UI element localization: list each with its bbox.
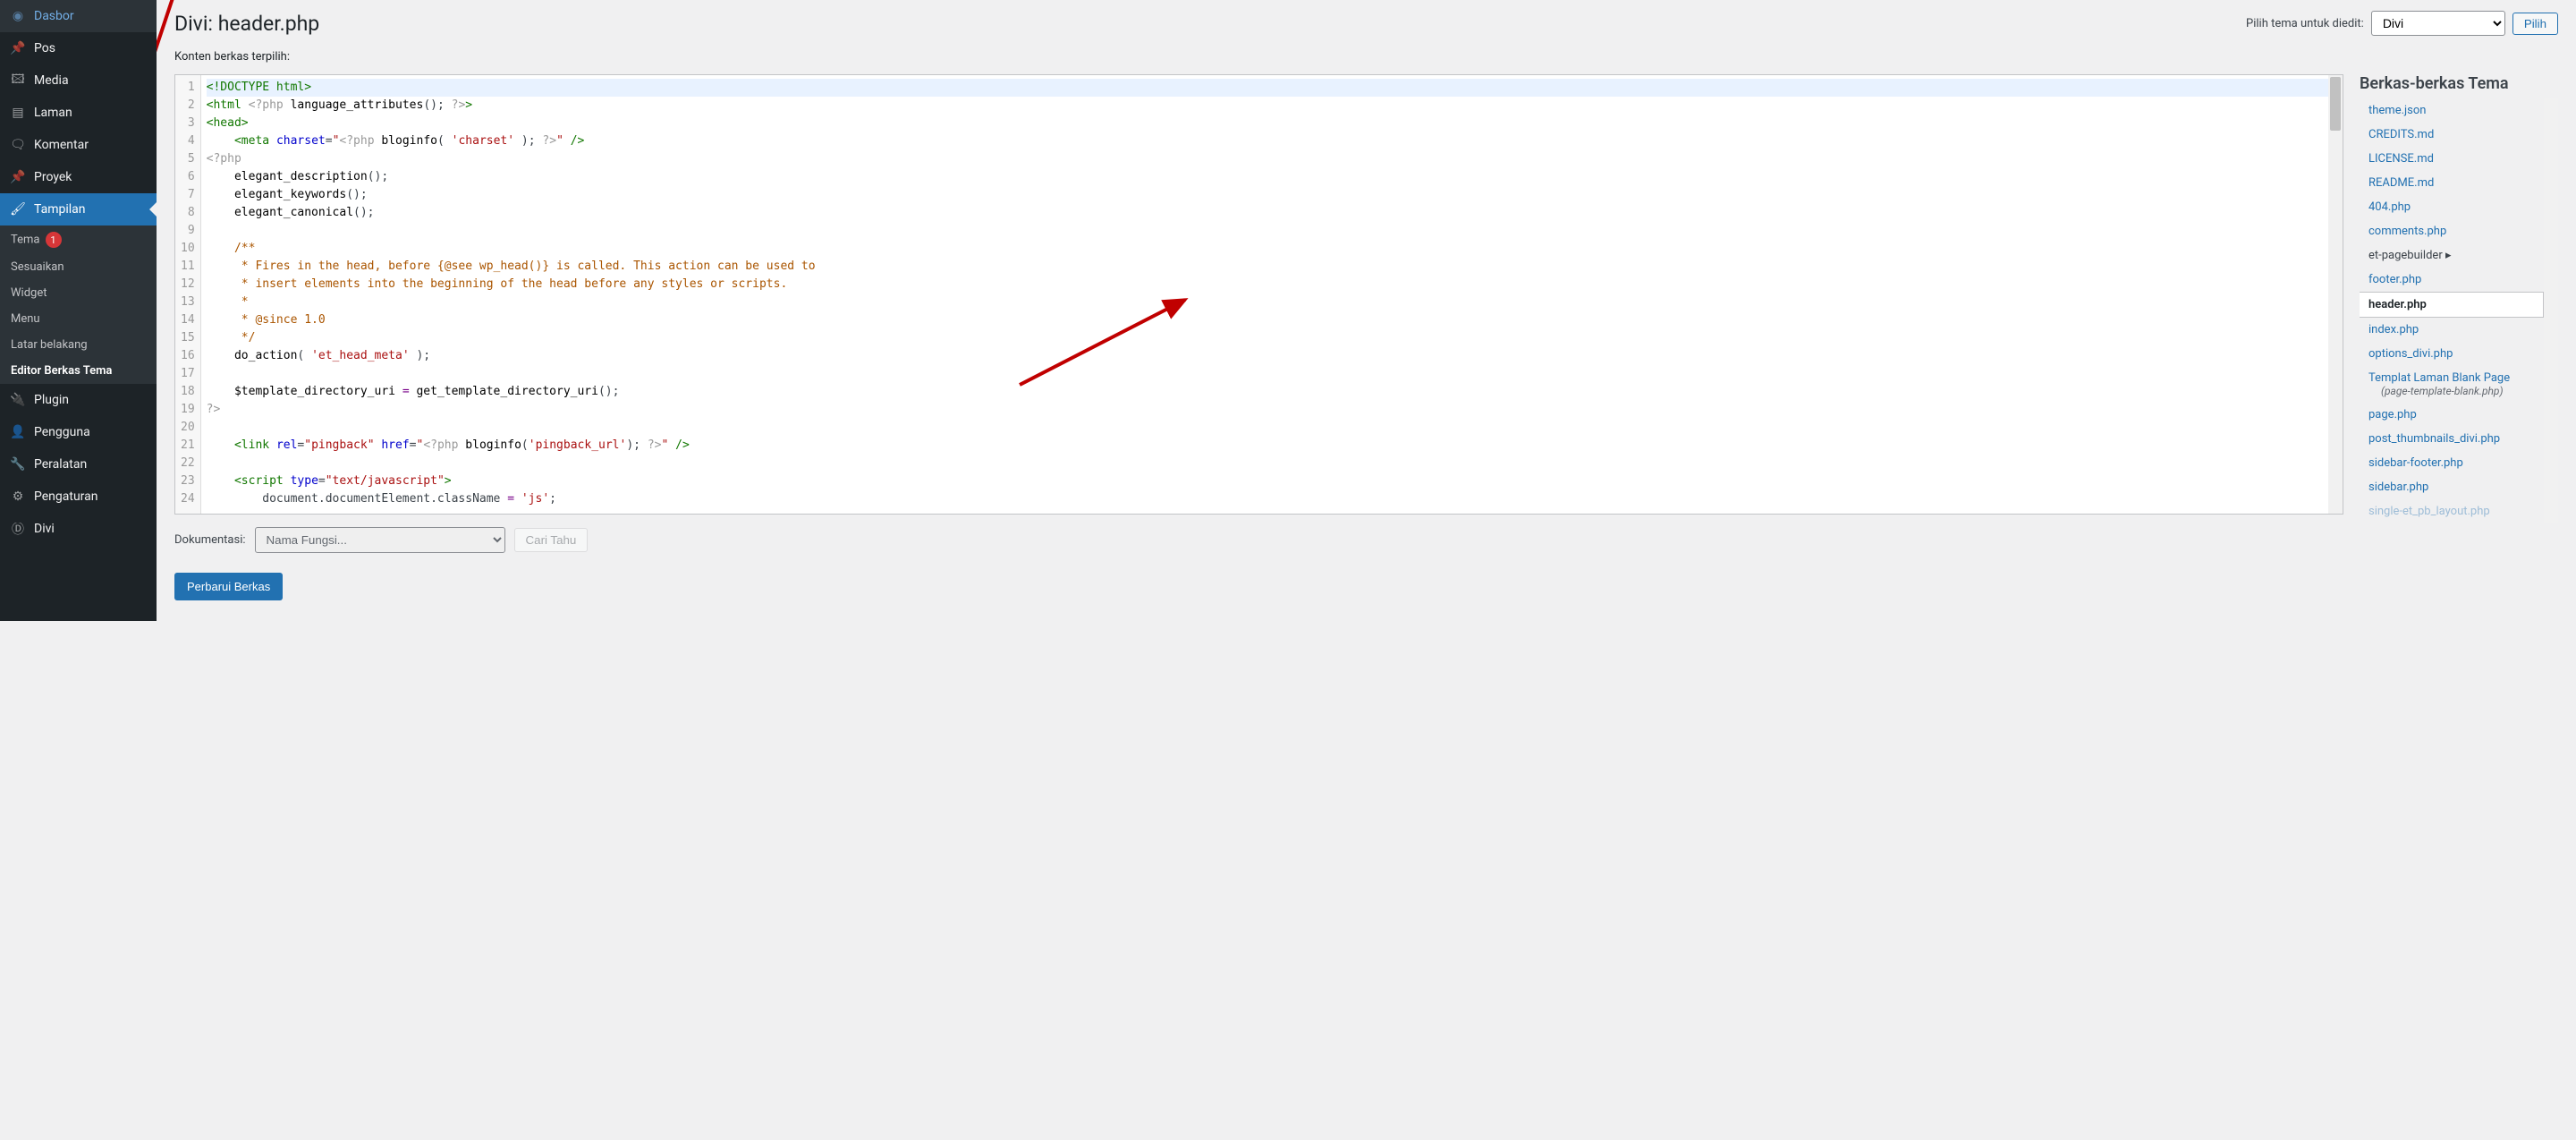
submenu-menu[interactable]: Menu (0, 306, 157, 332)
sidebar-item-peralatan[interactable]: 🔧Peralatan (0, 448, 157, 481)
file-item-index-php[interactable]: index.php (2360, 318, 2544, 342)
submenu-sesuaikan[interactable]: Sesuaikan (0, 254, 157, 280)
line-gutter: 123456789101112131415161718192021222324 (175, 75, 201, 514)
submenu-widget[interactable]: Widget (0, 280, 157, 306)
sidebar-item-pos[interactable]: 📌Pos (0, 32, 157, 64)
file-item-sidebar-footer-php[interactable]: sidebar-footer.php (2360, 451, 2544, 475)
page-icon: ▤ (9, 104, 27, 122)
divi-icon: Ⓓ (9, 520, 27, 538)
file-item-et-pagebuilder[interactable]: et-pagebuilder (2360, 243, 2544, 268)
file-item-comments-php[interactable]: comments.php (2360, 219, 2544, 243)
update-badge: 1 (46, 232, 62, 248)
brush-icon: 🖌 (9, 200, 27, 218)
editor-scroll-thumb[interactable] (2330, 77, 2341, 131)
submenu-latar[interactable]: Latar belakang (0, 332, 157, 358)
doc-label: Dokumentasi: (174, 533, 246, 547)
file-item-options-divi-php[interactable]: options_divi.php (2360, 342, 2544, 366)
sidebar-item-divi[interactable]: ⒹDivi (0, 513, 157, 545)
file-item-page-php[interactable]: page.php (2360, 403, 2544, 427)
file-item-templat-laman-blank-page[interactable]: Templat Laman Blank Page(page-template-b… (2360, 366, 2544, 403)
user-icon: 👤 (9, 423, 27, 441)
theme-select[interactable]: Divi (2371, 11, 2505, 36)
doc-function-select[interactable]: Nama Fungsi... (255, 527, 505, 553)
dashboard-icon: ◉ (9, 7, 27, 25)
admin-sidebar: ◉Dasbor 📌Pos 🖾Media ▤Laman 🗨Komentar 📌Pr… (0, 0, 157, 621)
sidebar-item-proyek[interactable]: 📌Proyek (0, 161, 157, 193)
file-item-sidebar-php[interactable]: sidebar.php (2360, 475, 2544, 499)
select-theme-button[interactable]: Pilih (2512, 13, 2558, 35)
file-item-theme-json[interactable]: theme.json (2360, 98, 2544, 123)
file-item-post-thumbnails-divi-php[interactable]: post_thumbnails_divi.php (2360, 427, 2544, 451)
file-item-404-php[interactable]: 404.php (2360, 195, 2544, 219)
media-icon: 🖾 (9, 72, 27, 89)
doc-lookup-button[interactable]: Cari Tahu (514, 528, 589, 552)
settings-icon: ⚙ (9, 488, 27, 506)
sidebar-submenu: Tema1 Sesuaikan Widget Menu Latar belaka… (0, 225, 157, 384)
file-item-credits-md[interactable]: CREDITS.md (2360, 123, 2544, 147)
sidebar-item-pengguna[interactable]: 👤Pengguna (0, 416, 157, 448)
pin-icon: 📌 (9, 168, 27, 186)
code-editor[interactable]: 123456789101112131415161718192021222324 … (174, 74, 2343, 515)
sidebar-item-media[interactable]: 🖾Media (0, 64, 157, 97)
theme-select-label: Pilih tema untuk diedit: (2246, 17, 2364, 30)
file-item-single-et-pb-layout-php[interactable]: single-et_pb_layout.php (2360, 499, 2544, 523)
plugin-icon: 🔌 (9, 391, 27, 409)
theme-files-title: Berkas-berkas Tema (2360, 74, 2558, 93)
file-item-header-php[interactable]: header.php (2360, 292, 2544, 318)
pin-icon: 📌 (9, 39, 27, 57)
content-subheading: Konten berkas terpilih: (174, 50, 2558, 64)
comment-icon: 🗨 (9, 136, 27, 154)
file-item-readme-md[interactable]: README.md (2360, 171, 2544, 195)
page-title: Divi: header.php (174, 12, 319, 36)
sidebar-item-komentar[interactable]: 🗨Komentar (0, 129, 157, 161)
update-file-button[interactable]: Perbarui Berkas (174, 573, 283, 600)
sidebar-item-laman[interactable]: ▤Laman (0, 97, 157, 129)
submenu-tema[interactable]: Tema1 (0, 225, 157, 254)
file-scroll-thumb[interactable] (2546, 286, 2556, 438)
sidebar-item-pengaturan[interactable]: ⚙Pengaturan (0, 481, 157, 513)
submenu-editor-berkas[interactable]: Editor Berkas Tema (0, 358, 157, 384)
file-item-license-md[interactable]: LICENSE.md (2360, 147, 2544, 171)
sidebar-item-plugin[interactable]: 🔌Plugin (0, 384, 157, 416)
code-body[interactable]: <!DOCTYPE html><html <?php language_attr… (201, 75, 2343, 514)
sidebar-item-dasbor[interactable]: ◉Dasbor (0, 0, 157, 32)
file-item-footer-php[interactable]: footer.php (2360, 268, 2544, 292)
sidebar-item-tampilan[interactable]: 🖌Tampilan (0, 193, 157, 225)
main-content: Divi: header.php Pilih tema untuk diedit… (157, 0, 2576, 621)
theme-file-list: theme.jsonCREDITS.mdLICENSE.mdREADME.md4… (2360, 98, 2558, 523)
editor-scrollbar[interactable] (2328, 75, 2343, 514)
wrench-icon: 🔧 (9, 455, 27, 473)
